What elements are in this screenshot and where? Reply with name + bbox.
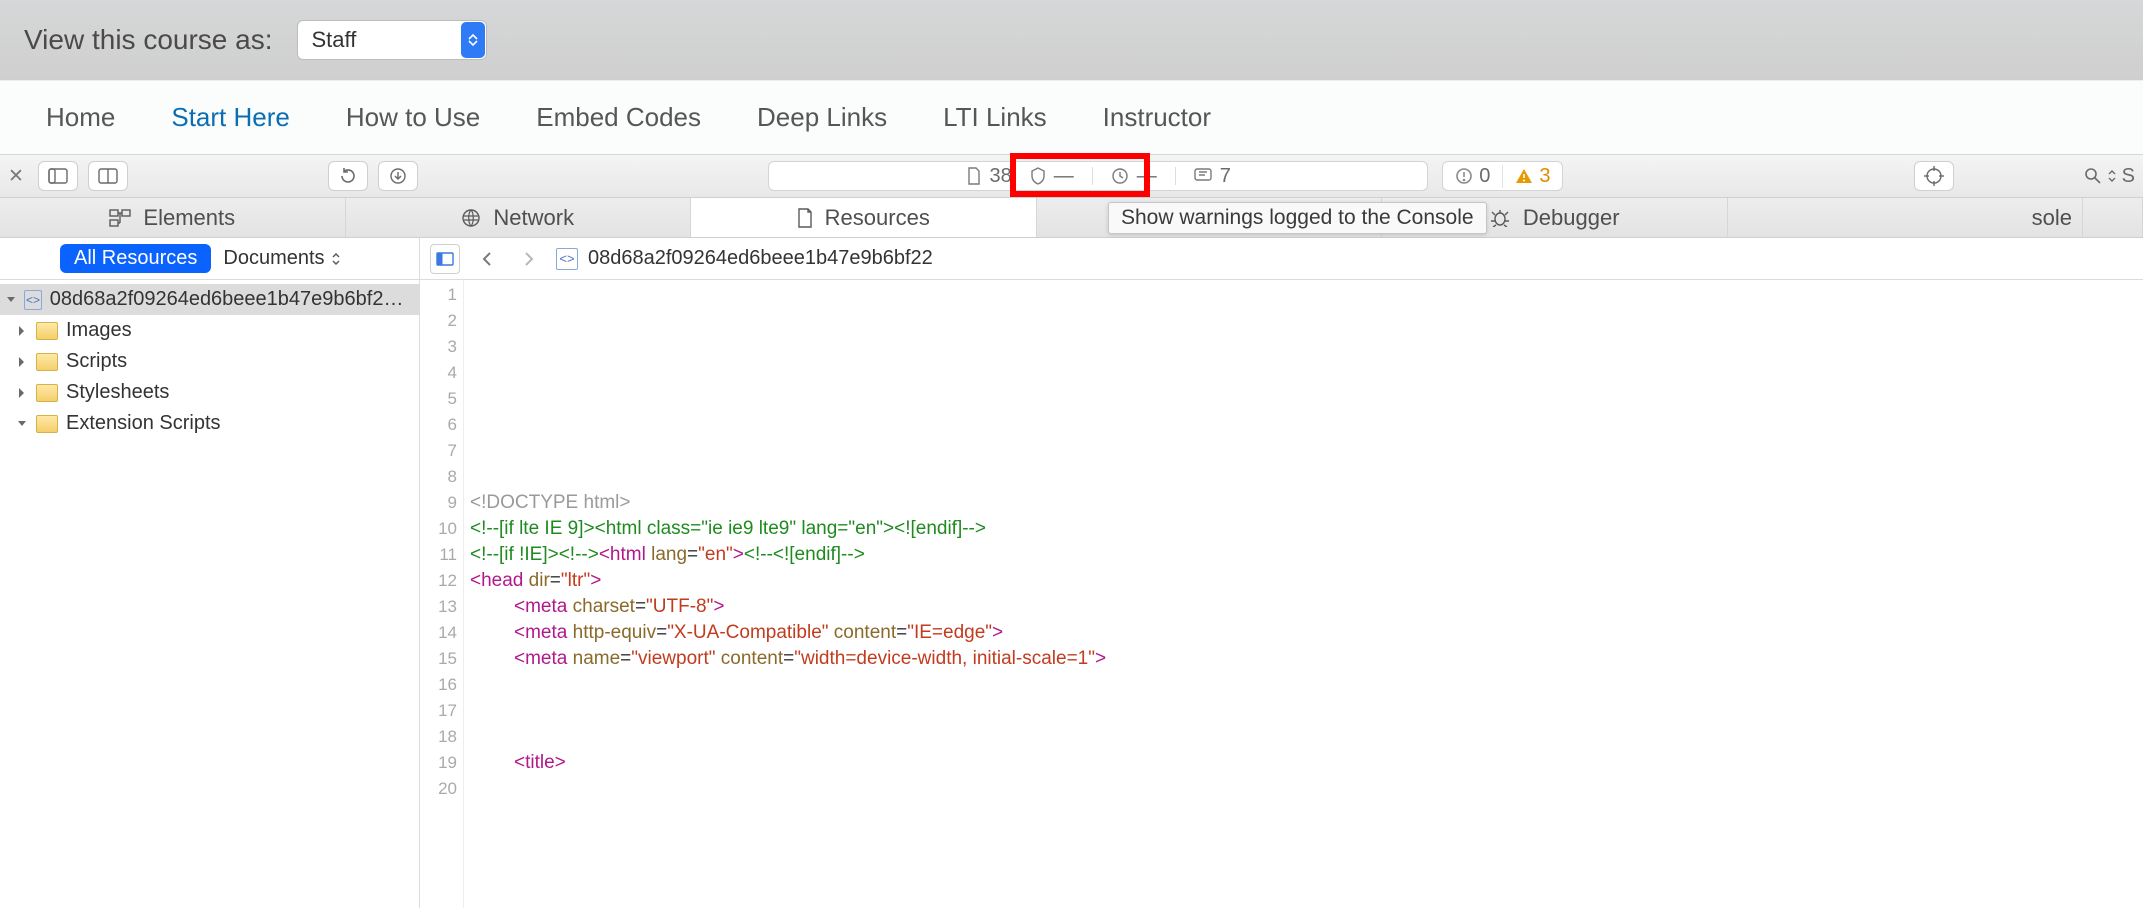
- resource-tree[interactable]: <> 08d68a2f09264ed6beee1b47e9b6bf22 — co…: [0, 280, 420, 908]
- folder-icon: [36, 353, 58, 371]
- nav-how-to-use[interactable]: How to Use: [346, 102, 480, 133]
- disclosure-down-icon[interactable]: [6, 294, 16, 306]
- tree-folder-stylesheets[interactable]: Stylesheets: [0, 377, 419, 408]
- nav-lti-links[interactable]: LTI Links: [943, 102, 1047, 133]
- editor-topbar: <> 08d68a2f09264ed6beee1b47e9b6bf22: [420, 238, 2143, 279]
- select-arrow-icon: [461, 22, 485, 58]
- crosshair-button[interactable]: [1914, 161, 1954, 191]
- nav-home[interactable]: Home: [46, 102, 115, 133]
- nav-forward-button[interactable]: [514, 244, 544, 274]
- folder-icon: [36, 415, 58, 433]
- tree-folder-extension-scripts[interactable]: Extension Scripts: [0, 408, 419, 439]
- sidebar-filterbar: All Resources Documents: [0, 238, 420, 279]
- folder-icon: [36, 322, 58, 340]
- breadcrumb-file: 08d68a2f09264ed6beee1b47e9b6bf22: [588, 247, 933, 270]
- filter-documents-dropdown[interactable]: Documents: [223, 247, 340, 270]
- tab-network[interactable]: Network: [346, 198, 692, 237]
- toggle-sidebar-icon[interactable]: [430, 244, 460, 274]
- close-icon[interactable]: ✕: [8, 165, 28, 188]
- disclosure-down-icon[interactable]: [16, 418, 28, 430]
- html-file-icon: <>: [556, 248, 578, 270]
- main-split: <> 08d68a2f09264ed6beee1b47e9b6bf22 — co…: [0, 280, 2143, 908]
- reload-button[interactable]: [328, 161, 368, 191]
- nav-deep-links[interactable]: Deep Links: [757, 102, 887, 133]
- tab-console[interactable]: sole: [1728, 198, 2084, 237]
- url-box[interactable]: 38 — — 7: [768, 161, 1428, 191]
- tree-folder-scripts[interactable]: Scripts: [0, 346, 419, 377]
- tree-folder-images[interactable]: Images: [0, 315, 419, 346]
- nav-instructor[interactable]: Instructor: [1103, 102, 1211, 133]
- folder-icon: [36, 384, 58, 402]
- timeline-indicator: —: [1111, 165, 1157, 188]
- view-as-label: View this course as:: [24, 24, 273, 56]
- nav-start-here[interactable]: Start Here: [171, 102, 290, 133]
- warnings-segment[interactable]: 3: [1502, 165, 1562, 188]
- source-code[interactable]: <!DOCTYPE html><!--[if lte IE 9]><html c…: [464, 280, 2143, 908]
- comments-count: 7: [1194, 165, 1231, 188]
- nav-back-button[interactable]: [472, 244, 502, 274]
- errors-segment[interactable]: 0: [1443, 165, 1502, 188]
- tree-root[interactable]: <> 08d68a2f09264ed6beee1b47e9b6bf22 — co…: [0, 284, 419, 315]
- disclosure-right-icon[interactable]: [16, 325, 28, 337]
- search-field[interactable]: S: [1974, 165, 2135, 188]
- course-nav: Home Start Here How to Use Embed Codes D…: [0, 80, 2143, 154]
- breadcrumb[interactable]: <> 08d68a2f09264ed6beee1b47e9b6bf22: [556, 247, 933, 270]
- source-editor[interactable]: 1234567891011121314151617181920 <!DOCTYP…: [420, 280, 2143, 908]
- filter-all-resources[interactable]: All Resources: [60, 244, 211, 273]
- inspector-tabs: Elements Network Resources Timelines Deb…: [0, 198, 2143, 238]
- privacy-indicator: —: [1030, 165, 1074, 188]
- panel-toggle-button[interactable]: [88, 161, 128, 191]
- inspector-subbar: All Resources Documents <> 08d68a2f09264…: [0, 238, 2143, 280]
- nav-embed-codes[interactable]: Embed Codes: [536, 102, 701, 133]
- warnings-tooltip: Show warnings logged to the Console: [1108, 202, 1487, 234]
- disclosure-right-icon[interactable]: [16, 387, 28, 399]
- role-select[interactable]: [297, 20, 487, 60]
- disclosure-right-icon[interactable]: [16, 356, 28, 368]
- html-file-icon: <>: [24, 290, 41, 310]
- tab-extra[interactable]: [2083, 198, 2143, 237]
- role-select-wrap[interactable]: [297, 20, 487, 60]
- download-button[interactable]: [378, 161, 418, 191]
- tab-resources[interactable]: Resources: [691, 198, 1037, 237]
- error-warning-box[interactable]: 0 3: [1442, 161, 1563, 191]
- resource-count: 38: [966, 165, 1012, 188]
- course-role-bar: View this course as:: [0, 0, 2143, 80]
- line-gutter: 1234567891011121314151617181920: [420, 280, 464, 908]
- browser-toolbar: ✕ 38 — — 7: [0, 154, 2143, 198]
- sidebar-toggle-button[interactable]: [38, 161, 78, 191]
- tab-elements[interactable]: Elements: [0, 198, 346, 237]
